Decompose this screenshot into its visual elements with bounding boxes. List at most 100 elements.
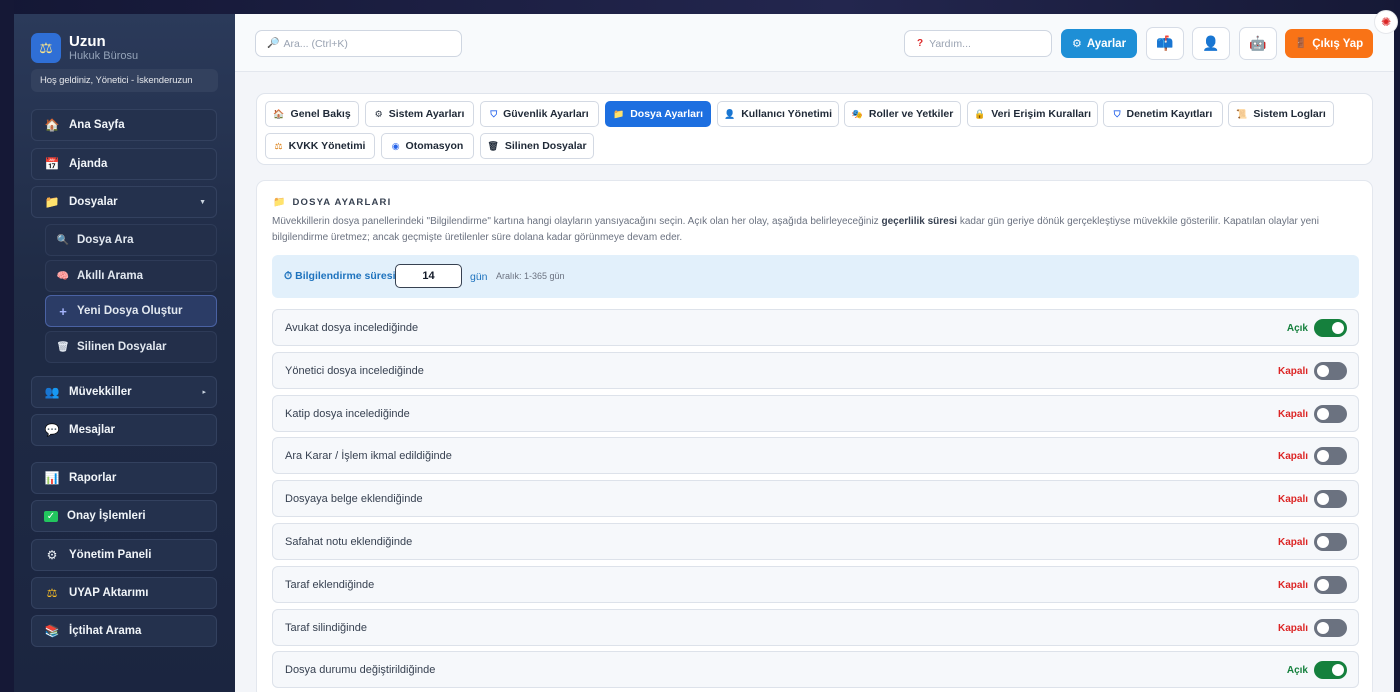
main-content: 🔎 Ara... (Ctrl+K) ? Yardım... ⚙ Ayarlar … — [235, 14, 1394, 692]
sidebar-item-ana-sayfa[interactable]: 🏠 Ana Sayfa — [31, 109, 217, 141]
settings-button[interactable]: ⚙ Ayarlar — [1061, 29, 1137, 58]
sidebar-subitem-silinen[interactable]: 🗑 Silinen Dosyalar — [45, 331, 217, 363]
search-input[interactable]: 🔎 Ara... (Ctrl+K) — [255, 30, 462, 57]
event-toggle[interactable] — [1314, 362, 1347, 380]
sidebar-subitem-yeni-dosya[interactable]: + Yeni Dosya Oluştur — [45, 295, 217, 327]
tab-genel-bakis[interactable]: 🏠 Genel Bakış — [265, 101, 359, 127]
sidebar-subitem-dosya-ara[interactable]: 🔍 Dosya Ara — [45, 224, 217, 256]
robot-icon: 🤖 — [1249, 35, 1267, 51]
chevron-down-icon: ▼ — [199, 198, 206, 206]
trash-icon: 🗑 — [487, 140, 499, 151]
roles-icon: 🎭 — [851, 108, 863, 119]
sidebar-item-yonetim[interactable]: ⚙ Yönetim Paneli — [31, 539, 217, 571]
gear-icon: ⚙ — [374, 108, 383, 119]
lock-icon: 🔒 — [973, 108, 986, 119]
search-placeholder: Ara... (Ctrl+K) — [283, 37, 348, 50]
sidebar-item-uyap[interactable]: ⚖ UYAP Aktarımı — [31, 577, 217, 609]
tab-label: Silinen Dosyalar — [504, 140, 587, 152]
profile-button[interactable]: 👤 — [1192, 27, 1230, 60]
tab-kullanici-yonetimi[interactable]: 👤 Kullanıcı Yönetimi — [717, 101, 839, 127]
users-icon: 👥 — [44, 385, 60, 399]
tab-sistem-ayarlari[interactable]: ⚙ Sistem Ayarları — [365, 101, 474, 127]
sidebar-item-raporlar[interactable]: 📊 Raporlar — [31, 462, 217, 494]
shield-icon: ⛉ — [490, 108, 498, 119]
folder-icon: 📁 — [273, 197, 286, 208]
question-icon: ? — [917, 38, 924, 49]
toggle-knob — [1317, 622, 1329, 634]
duration-box: ⏱ Bilgilendirme süresi: 14 gün Aralık: 1… — [272, 255, 1359, 298]
event-label: Dosya durumu değiştirildiğinde — [285, 664, 436, 676]
sidebar-item-label: Müvekkiller — [69, 386, 132, 398]
tab-denetim-kayitlari[interactable]: ⛉ Denetim Kayıtları — [1103, 101, 1223, 127]
settings-label: Ayarlar — [1086, 37, 1127, 50]
tab-label: Kullanıcı Yönetimi — [741, 108, 833, 120]
tab-veri-erisim[interactable]: 🔒 Veri Erişim Kuralları — [967, 101, 1098, 127]
event-toggle[interactable] — [1314, 447, 1347, 465]
event-toggle[interactable] — [1314, 533, 1347, 551]
calendar-icon: 📅 — [44, 157, 60, 171]
duration-input[interactable]: 14 — [395, 264, 462, 288]
scroll-icon: 📜 — [1236, 108, 1248, 119]
logout-button[interactable]: 🚪 Çıkış Yap — [1285, 29, 1373, 58]
home-icon: 🏠 — [44, 118, 60, 132]
sidebar-item-onay[interactable]: ✓ Onay İşlemleri — [31, 500, 217, 532]
robot-button[interactable]: 🤖 — [1239, 27, 1277, 60]
toggle-knob — [1332, 664, 1344, 676]
topbar: 🔎 Ara... (Ctrl+K) ? Yardım... ⚙ Ayarlar … — [235, 14, 1394, 72]
toggle-knob — [1317, 450, 1329, 462]
event-toggle[interactable] — [1314, 490, 1347, 508]
tab-roller-yetkiler[interactable]: 🎭 Roller ve Yetkiler — [844, 101, 961, 127]
tab-label: Güvenlik Ayarları — [503, 108, 589, 120]
duration-label: ⏱ Bilgilendirme süresi: — [284, 270, 399, 283]
event-label: Dosyaya belge eklendiğinde — [285, 493, 423, 505]
folder-icon: 📁 — [44, 195, 60, 209]
event-status: Kapalı — [1277, 366, 1308, 377]
sidebar-item-ictihat[interactable]: 📚 İçtihat Arama — [31, 615, 217, 647]
sidebar-subitem-akilli-arama[interactable]: 🧠 Akıllı Arama — [45, 260, 217, 292]
chart-icon: 📊 — [44, 471, 60, 485]
event-toggle[interactable] — [1314, 619, 1347, 637]
card-title: 📁 DOSYA AYARLARI — [273, 197, 391, 208]
tab-label: Veri Erişim Kuralları — [991, 108, 1092, 120]
mailbox-button[interactable]: 📫 — [1146, 27, 1184, 60]
brand[interactable]: ⚖ Uzun Hukuk Bürosu — [31, 31, 218, 65]
toggle-knob — [1317, 536, 1329, 548]
tab-silinen-dosyalar[interactable]: 🗑 Silinen Dosyalar — [480, 133, 594, 159]
toggle-knob — [1317, 365, 1329, 377]
event-toggle[interactable] — [1314, 661, 1347, 679]
sidebar-item-label: UYAP Aktarımı — [69, 587, 149, 599]
event-status: Kapalı — [1277, 537, 1308, 548]
tab-otomasyon[interactable]: ◉ Otomasyon — [381, 133, 474, 159]
house-icon: 🏠 — [273, 108, 285, 119]
sidebar-item-ajanda[interactable]: 📅 Ajanda — [31, 148, 217, 180]
event-status: Açık — [1286, 323, 1308, 334]
event-toggle[interactable] — [1314, 576, 1347, 594]
sidebar-item-label: Raporlar — [69, 472, 117, 484]
brain-badge-icon[interactable]: ✺ — [1374, 10, 1398, 34]
tab-label: KVKK Yönetimi — [288, 140, 366, 152]
sidebar-subitem-label: Silinen Dosyalar — [77, 341, 167, 353]
search-icon: 🔍 — [56, 234, 70, 246]
event-status: Kapalı — [1277, 580, 1308, 591]
tab-kvkk[interactable]: ⚖ KVKK Yönetimi — [265, 133, 375, 159]
sidebar-item-mesajlar[interactable]: 💬 Mesajlar — [31, 414, 217, 446]
door-icon: 🚪 — [1294, 38, 1308, 49]
event-label: Avukat dosya incelediğinde — [285, 322, 419, 334]
sidebar-item-label: Ajanda — [69, 158, 108, 170]
tab-sistem-loglari[interactable]: 📜 Sistem Logları — [1228, 101, 1334, 127]
scale-logo-icon: ⚖ — [31, 33, 61, 63]
tab-dosya-ayarlari[interactable]: 📁 Dosya Ayarları — [605, 101, 711, 127]
event-toggle[interactable] — [1314, 405, 1347, 423]
event-row: Taraf eklendiğinde Kapalı — [272, 566, 1359, 603]
help-input[interactable]: ? Yardım... — [904, 30, 1052, 57]
sidebar-item-muvekkiller[interactable]: 👥 Müvekkiller ▸ — [31, 376, 217, 408]
tab-guvenlik-ayarlari[interactable]: ⛉ Güvenlik Ayarları — [480, 101, 599, 127]
sidebar-item-dosyalar[interactable]: 📁 Dosyalar ▼ — [31, 186, 217, 218]
event-status: Kapalı — [1277, 623, 1308, 634]
tab-label: Sistem Logları — [1253, 108, 1326, 120]
folder-icon: 📁 — [613, 108, 625, 119]
check-icon: ✓ — [44, 510, 58, 522]
event-toggle[interactable] — [1314, 319, 1347, 337]
event-label: Yönetici dosya incelediğinde — [285, 365, 424, 377]
books-icon: 📚 — [44, 624, 60, 638]
